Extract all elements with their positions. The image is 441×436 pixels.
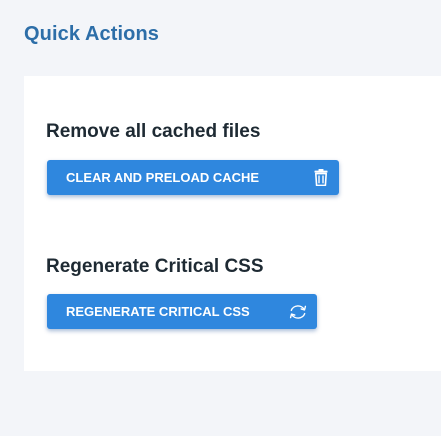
remove-cache-title: Remove all cached files xyxy=(46,121,261,142)
regenerate-css-title: Regenerate Critical CSS xyxy=(46,256,264,277)
regenerate-critical-css-button[interactable]: REGENERATE CRITICAL CSS xyxy=(47,294,317,329)
clear-preload-cache-label: CLEAR AND PRELOAD CACHE xyxy=(66,170,260,185)
trash-icon xyxy=(313,160,329,195)
clear-preload-cache-button[interactable]: CLEAR AND PRELOAD CACHE xyxy=(47,160,339,195)
section-title: Quick Actions xyxy=(24,23,160,45)
quick-actions-panel: Remove all cached files CLEAR AND PRELOA… xyxy=(24,76,441,371)
regenerate-critical-css-label: REGENERATE CRITICAL CSS xyxy=(66,304,250,319)
refresh-icon xyxy=(287,294,309,329)
